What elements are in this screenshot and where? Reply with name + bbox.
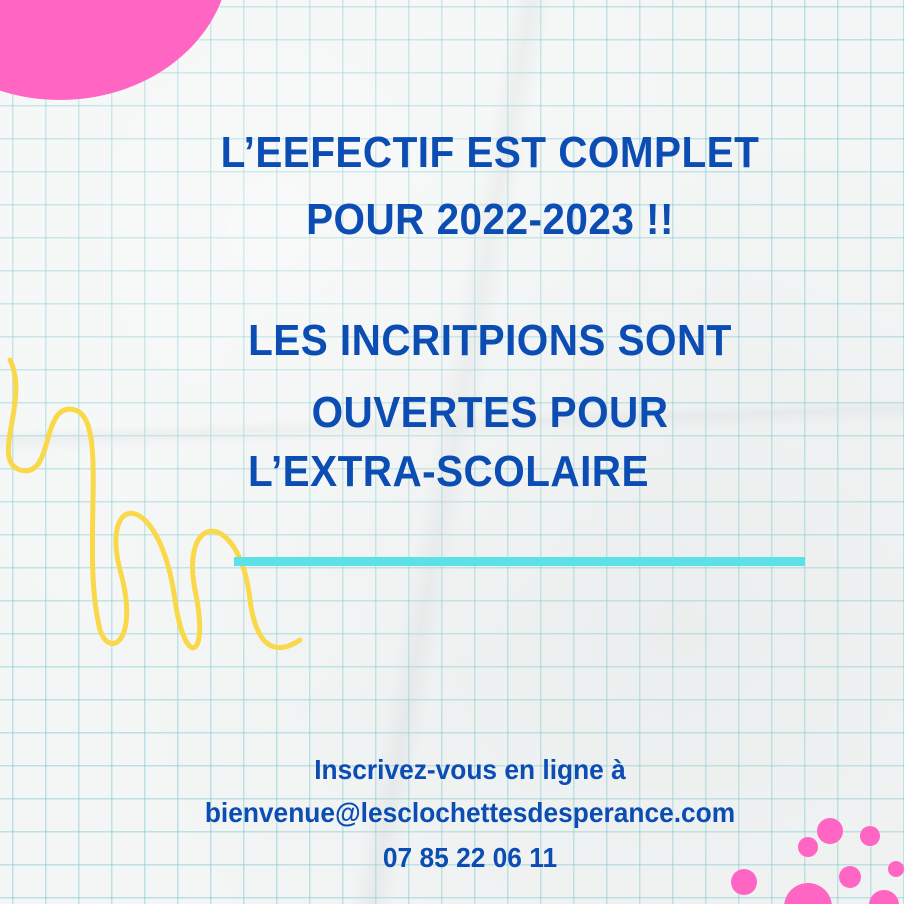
poster: L’EEFECTIF EST COMPLET POUR 2022-2023 !!… [0,0,904,904]
headline-line-5: L’EXTRA-SCOLAIRE [248,447,649,496]
contact-phone[interactable]: 07 85 22 06 11 [132,840,809,876]
contact-email[interactable]: bienvenue@lesclochettesdesperance.com [132,795,809,831]
accent-divider [234,557,805,566]
contact-intro: Inscrivez-vous en ligne à [314,754,626,785]
headline-line-1: L’EEFECTIF EST COMPLET [220,128,760,177]
pink-dots-decoration [731,818,904,904]
pink-circle-decoration [0,0,230,100]
headline-line-2: POUR 2022-2023 !! [306,195,674,244]
headline-line-3: LES INCRITPIONS SONT [248,316,732,365]
headline-line-4: OUVERTES POUR [311,388,669,437]
